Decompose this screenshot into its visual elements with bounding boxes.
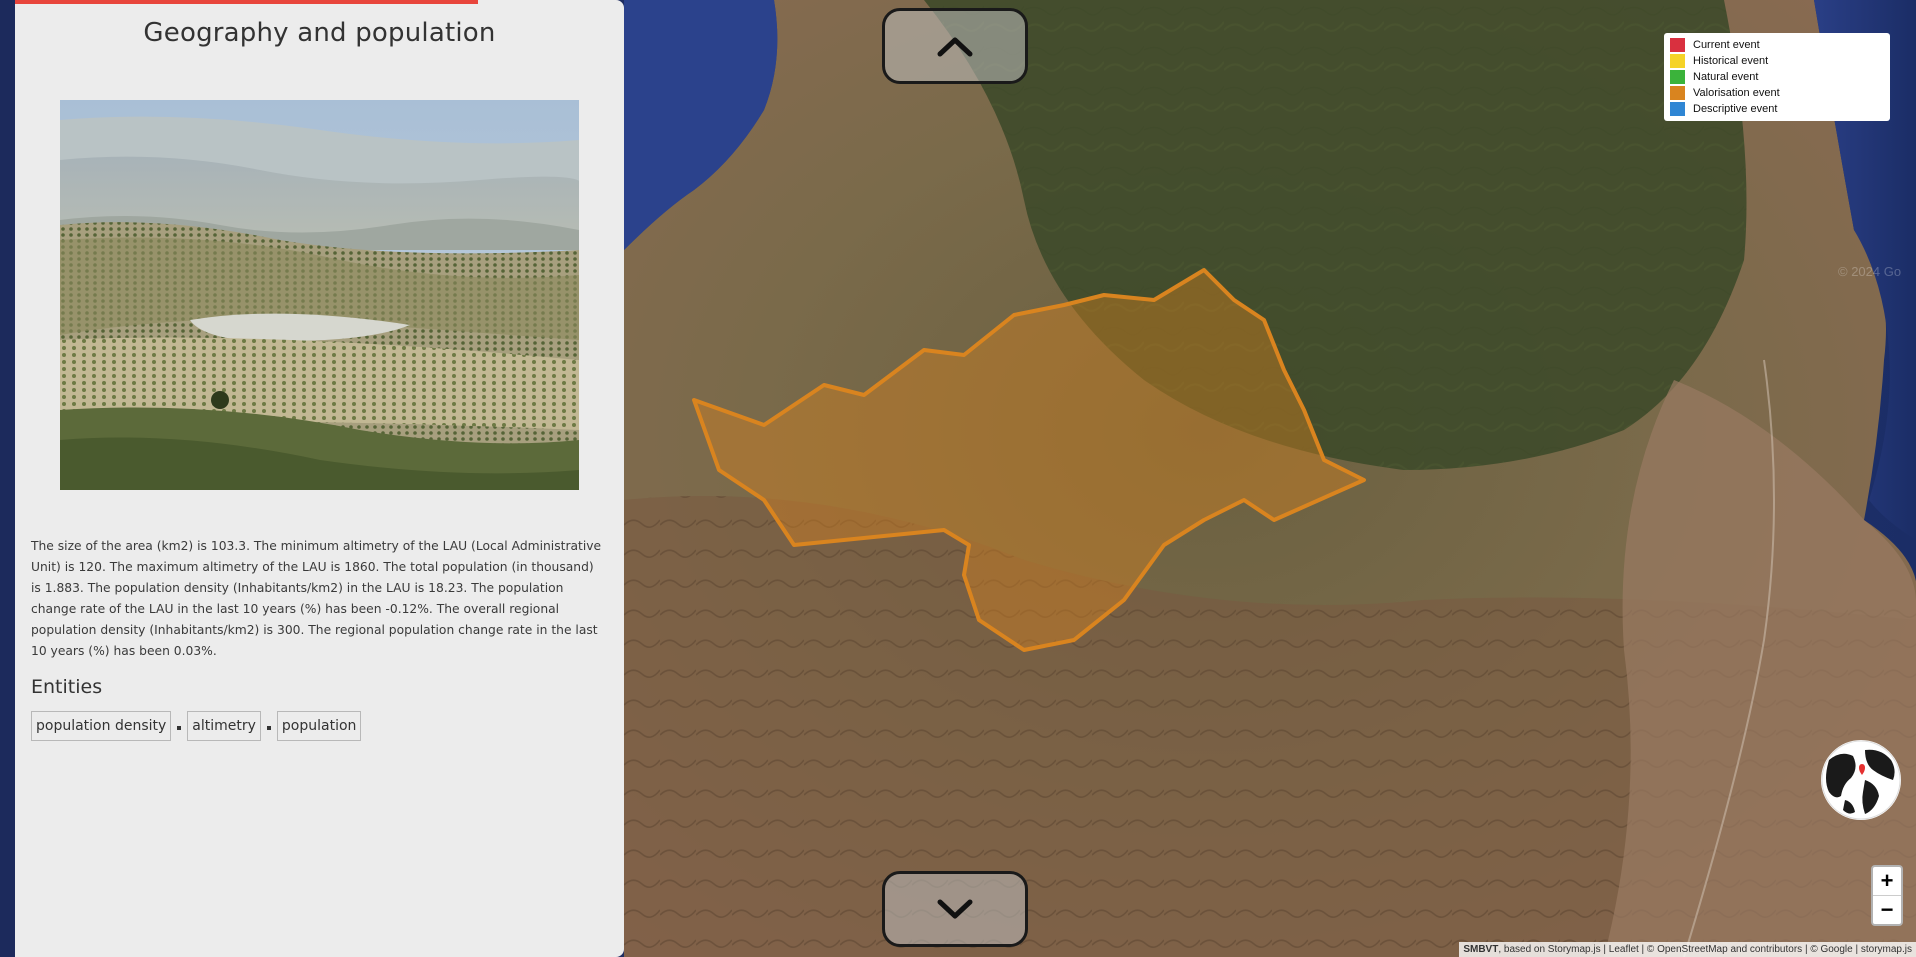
story-progress-bar: [15, 0, 478, 4]
legend-label: Historical event: [1693, 55, 1769, 67]
legend-item-valorisation-event: Valorisation event: [1670, 85, 1884, 101]
legend-swatch: [1670, 102, 1685, 116]
globe-icon: [1821, 740, 1901, 820]
zoom-control: + −: [1871, 865, 1903, 926]
slide-body-text: The size of the area (km2) is 103.3. The…: [31, 539, 602, 658]
legend-item-natural-event: Natural event: [1670, 69, 1884, 85]
entities-heading: Entities: [31, 676, 103, 698]
map-view[interactable]: © 2024 Go Current event Historical event: [624, 0, 1916, 957]
previous-slide-button[interactable]: [882, 8, 1028, 84]
legend-item-descriptive-event: Descriptive event: [1670, 101, 1884, 117]
legend-swatch: [1670, 86, 1685, 100]
chevron-up-icon: [937, 37, 973, 57]
page: Geography and population The size of the…: [0, 0, 1916, 957]
zoom-in-button[interactable]: +: [1873, 867, 1901, 895]
legend-item-historical-event: Historical event: [1670, 53, 1884, 69]
legend-swatch: [1670, 38, 1685, 52]
attribution-brand: SMBVT: [1463, 944, 1499, 955]
slide-photo: [60, 100, 579, 490]
entity-separator: [177, 726, 182, 730]
map-attribution: SMBVT, based on Storymap.js | Leaflet | …: [1459, 942, 1916, 957]
story-panel: Geography and population The size of the…: [15, 0, 624, 957]
entity-tag-population-density[interactable]: population density: [31, 711, 172, 741]
legend-item-current-event: Current event: [1670, 37, 1884, 53]
legend-label: Valorisation event: [1693, 87, 1780, 99]
entity-tag-altimetry[interactable]: altimetry: [187, 711, 261, 741]
imagery-watermark: © 2024 Go: [1838, 264, 1902, 279]
satellite-map-imagery: [624, 0, 1916, 957]
zoom-out-button[interactable]: −: [1873, 895, 1901, 924]
entity-tag-population[interactable]: population: [276, 711, 362, 741]
map-legend: Current event Historical event Natural e…: [1664, 33, 1890, 121]
chevron-down-icon: [937, 899, 973, 919]
slide-title: Geography and population: [143, 18, 496, 48]
globe-minimap[interactable]: [1821, 740, 1901, 820]
entity-separator: [266, 726, 271, 730]
legend-swatch: [1670, 54, 1685, 68]
legend-label: Descriptive event: [1693, 103, 1778, 115]
legend-label: Natural event: [1693, 71, 1759, 83]
legend-swatch: [1670, 70, 1685, 84]
storymap-link[interactable]: storymap.js: [1861, 944, 1912, 955]
legend-label: Current event: [1693, 39, 1760, 51]
next-slide-button[interactable]: [882, 871, 1028, 947]
attribution-text: , based on Storymap.js | Leaflet | © Ope…: [1498, 944, 1861, 955]
entities-list: population density altimetry population: [31, 711, 362, 741]
